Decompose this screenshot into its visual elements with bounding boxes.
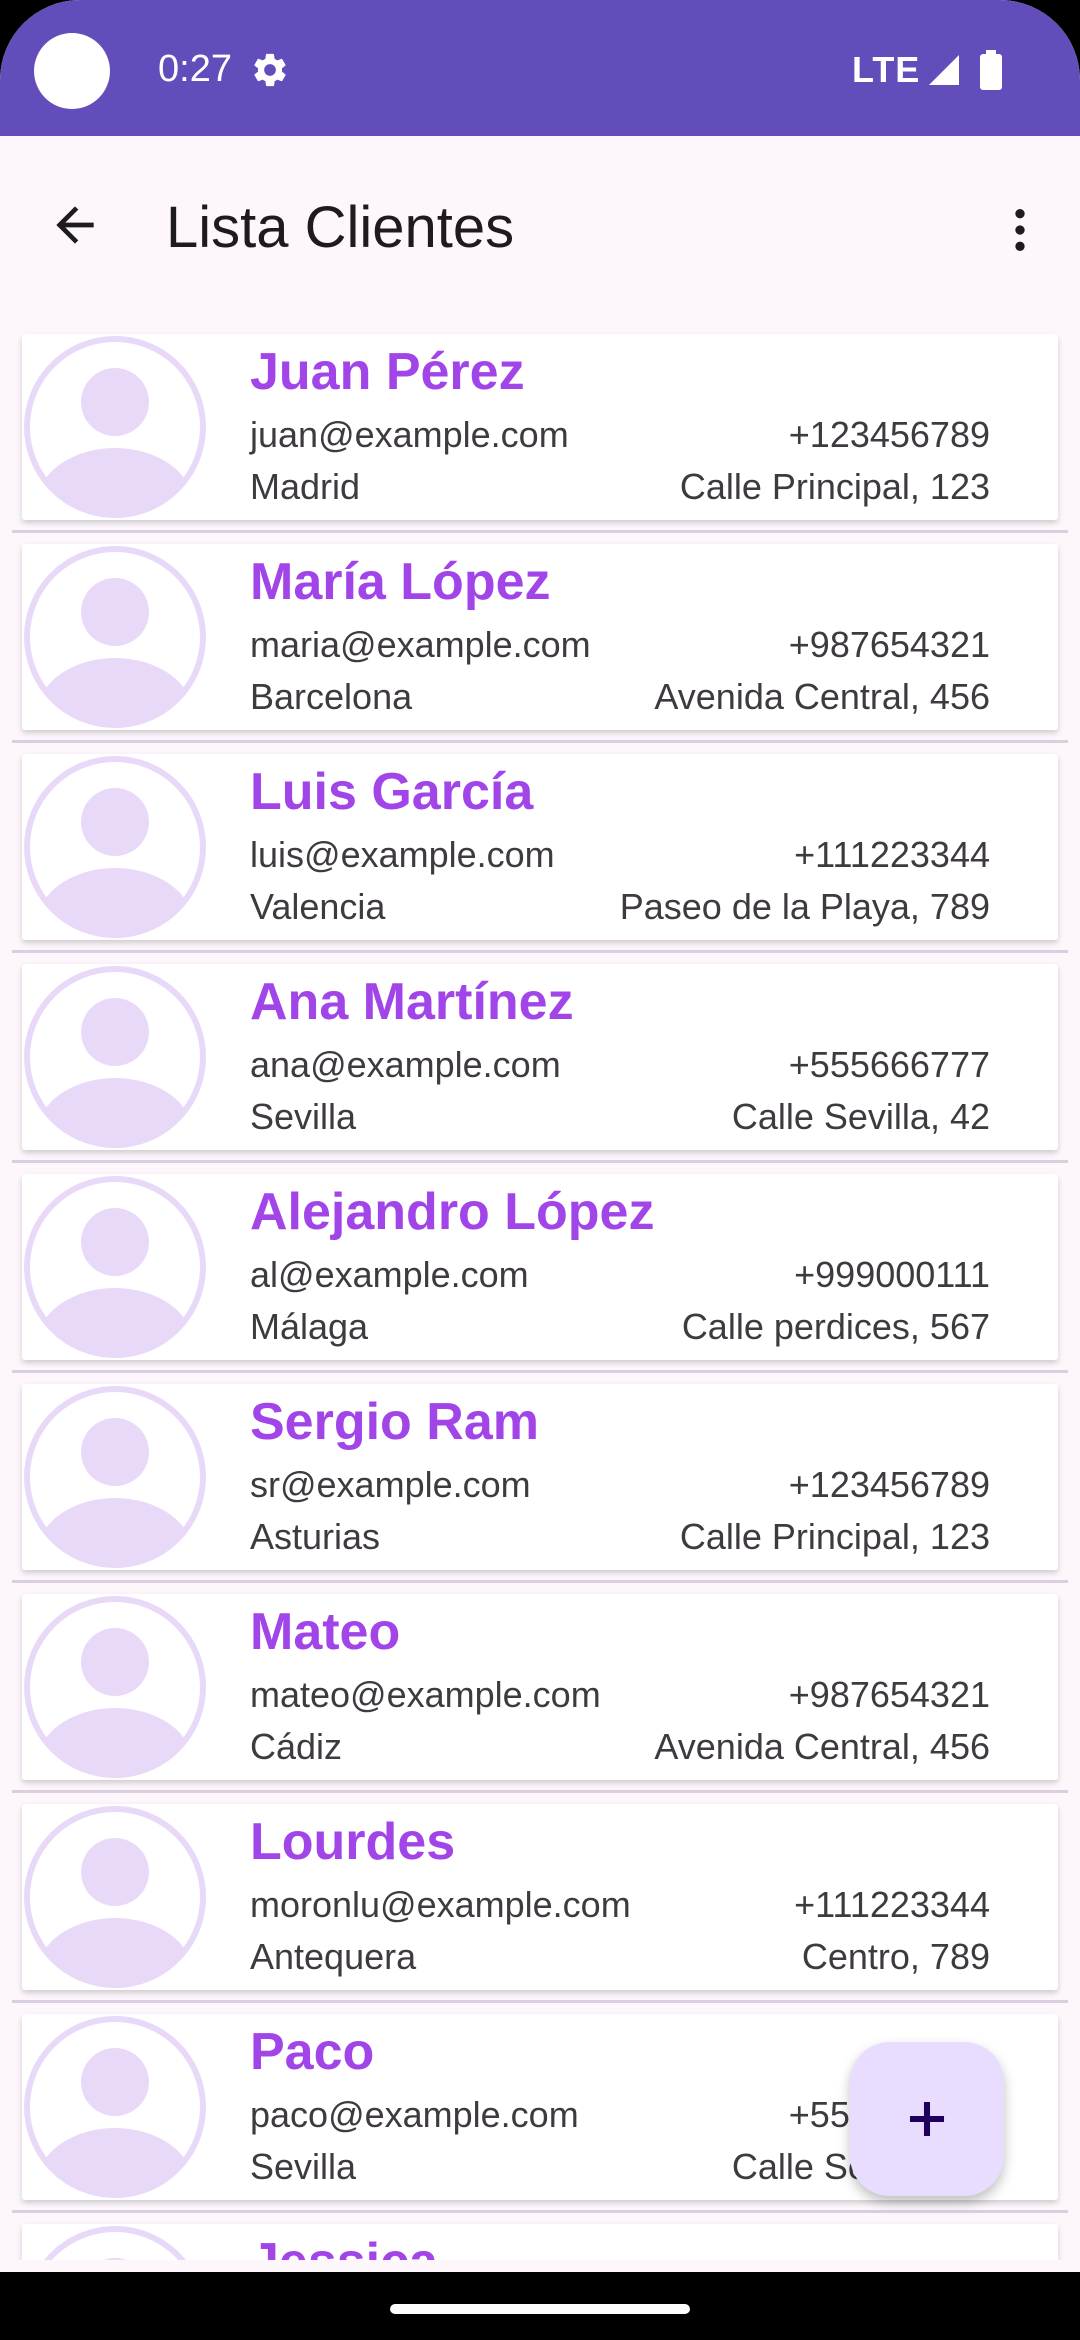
client-city: Cádiz bbox=[250, 1726, 343, 1767]
list-divider bbox=[12, 1790, 1068, 1793]
client-email: moronlu@example.com bbox=[250, 1884, 631, 1925]
account-circle-icon bbox=[24, 966, 206, 1148]
signal-icon bbox=[929, 55, 959, 85]
client-name: Juan Pérez bbox=[250, 343, 525, 401]
account-circle-icon bbox=[24, 1806, 206, 1988]
client-phone: +999000111 bbox=[794, 1254, 990, 1295]
arrow-back-icon bbox=[56, 206, 94, 244]
client-name: Alejandro López bbox=[250, 1183, 655, 1241]
back-button[interactable] bbox=[40, 190, 110, 260]
client-city: Asturias bbox=[250, 1516, 381, 1557]
status-time: 0:27 bbox=[158, 48, 232, 90]
client-city: Sevilla bbox=[250, 1096, 357, 1137]
list-divider bbox=[12, 950, 1068, 953]
client-phone: +111223344 bbox=[794, 1884, 990, 1925]
client-name: Lourdes bbox=[250, 1813, 456, 1871]
client-address: Paseo de la Playa, 789 bbox=[619, 886, 990, 927]
account-circle-icon bbox=[24, 2016, 206, 2198]
settings-gear-icon bbox=[254, 53, 286, 87]
client-address: Calle Principal, 123 bbox=[679, 1516, 990, 1557]
client-city: Madrid bbox=[250, 466, 361, 507]
page-title: Lista Clientes bbox=[166, 195, 515, 260]
client-card[interactable]: Juan Pérez juan@example.com +123456789 Madr… bbox=[22, 334, 1058, 520]
client-name: Paco bbox=[250, 2023, 375, 2081]
list-divider bbox=[12, 1580, 1068, 1583]
overflow-menu-button[interactable] bbox=[990, 190, 1050, 270]
client-name: Mateo bbox=[250, 1603, 401, 1661]
battery-icon bbox=[980, 50, 1002, 90]
client-email: maria@example.com bbox=[250, 624, 591, 665]
list-divider bbox=[12, 1370, 1068, 1373]
list-divider bbox=[12, 740, 1068, 743]
home-gesture-handle[interactable] bbox=[390, 2304, 690, 2314]
client-card[interactable]: Sergio Ram sr@example.com +123456789 Asturi… bbox=[22, 1384, 1058, 1570]
add-icon bbox=[909, 2101, 945, 2137]
list-divider bbox=[12, 1160, 1068, 1163]
client-email: sr@example.com bbox=[250, 1464, 531, 1505]
client-address: Avenida Central, 456 bbox=[654, 676, 990, 717]
client-card[interactable]: María López maria@example.com +987654321 Ba… bbox=[22, 544, 1058, 730]
client-phone: +555666777 bbox=[788, 1044, 990, 1085]
client-address: Avenida Central, 456 bbox=[654, 1726, 990, 1767]
add-client-fab[interactable] bbox=[850, 2042, 1004, 2196]
client-name: María López bbox=[250, 553, 551, 611]
client-address: Calle Sevilla, 42 bbox=[731, 1096, 990, 1137]
client-card[interactable]: Jessica bbox=[22, 2224, 1058, 2260]
phone-screen: 0:27 LTE Lista Clientes Juan Pérez juan@… bbox=[0, 0, 1080, 2340]
client-email: paco@example.com bbox=[250, 2094, 579, 2135]
list-divider bbox=[12, 2000, 1068, 2003]
client-name: Luis García bbox=[250, 763, 534, 821]
account-circle-icon bbox=[24, 1386, 206, 1568]
account-circle-icon bbox=[44, 2226, 186, 2260]
client-card[interactable]: Ana Martínez ana@example.com +555666777 Sev… bbox=[22, 964, 1058, 1150]
client-email: ana@example.com bbox=[250, 1044, 561, 1085]
list-divider bbox=[12, 2210, 1068, 2213]
client-address: Centro, 789 bbox=[801, 1936, 990, 1977]
account-circle-icon bbox=[24, 336, 206, 518]
client-email: mateo@example.com bbox=[250, 1674, 601, 1715]
client-email: luis@example.com bbox=[250, 834, 555, 875]
client-card[interactable]: Alejandro López al@example.com +999000111 M… bbox=[22, 1174, 1058, 1360]
client-card[interactable]: Lourdes moronlu@example.com +111223344 Ante… bbox=[22, 1804, 1058, 1990]
client-phone: +987654321 bbox=[788, 624, 990, 665]
client-card[interactable]: Mateo mateo@example.com +987654321 Cádiz Ave… bbox=[22, 1594, 1058, 1780]
account-circle-icon bbox=[24, 756, 206, 938]
client-phone: +987654321 bbox=[788, 1674, 990, 1715]
client-city: Barcelona bbox=[250, 676, 413, 717]
client-phone: +123456789 bbox=[788, 1464, 990, 1505]
client-city: Antequera bbox=[250, 1936, 417, 1977]
more-vert-icon bbox=[1015, 209, 1025, 251]
client-name: Ana Martínez bbox=[250, 973, 574, 1031]
client-email: al@example.com bbox=[250, 1254, 529, 1295]
client-address: Calle Principal, 123 bbox=[679, 466, 990, 507]
account-circle-icon bbox=[24, 546, 206, 728]
client-phone: +123456789 bbox=[788, 414, 990, 455]
client-name: Jessica bbox=[250, 2232, 438, 2260]
camera-cutout bbox=[34, 33, 110, 109]
client-email: juan@example.com bbox=[250, 414, 569, 455]
account-circle-icon bbox=[24, 1596, 206, 1778]
client-city: Málaga bbox=[250, 1306, 369, 1347]
client-list[interactable]: Juan Pérez juan@example.com +123456789 Madr… bbox=[0, 330, 1080, 2260]
status-bar: 0:27 LTE bbox=[0, 0, 1080, 136]
client-card[interactable]: Luis García luis@example.com +111223344 Val… bbox=[22, 754, 1058, 940]
client-name: Sergio Ram bbox=[250, 1393, 539, 1451]
account-circle-icon bbox=[24, 1176, 206, 1358]
client-address: Calle perdices, 567 bbox=[681, 1306, 990, 1347]
top-app-bar: Lista Clientes bbox=[0, 136, 1080, 316]
client-city: Sevilla bbox=[250, 2146, 357, 2187]
client-phone: +111223344 bbox=[794, 834, 990, 875]
network-type: LTE bbox=[852, 49, 921, 90]
client-city: Valencia bbox=[250, 886, 386, 927]
list-divider bbox=[12, 530, 1068, 533]
